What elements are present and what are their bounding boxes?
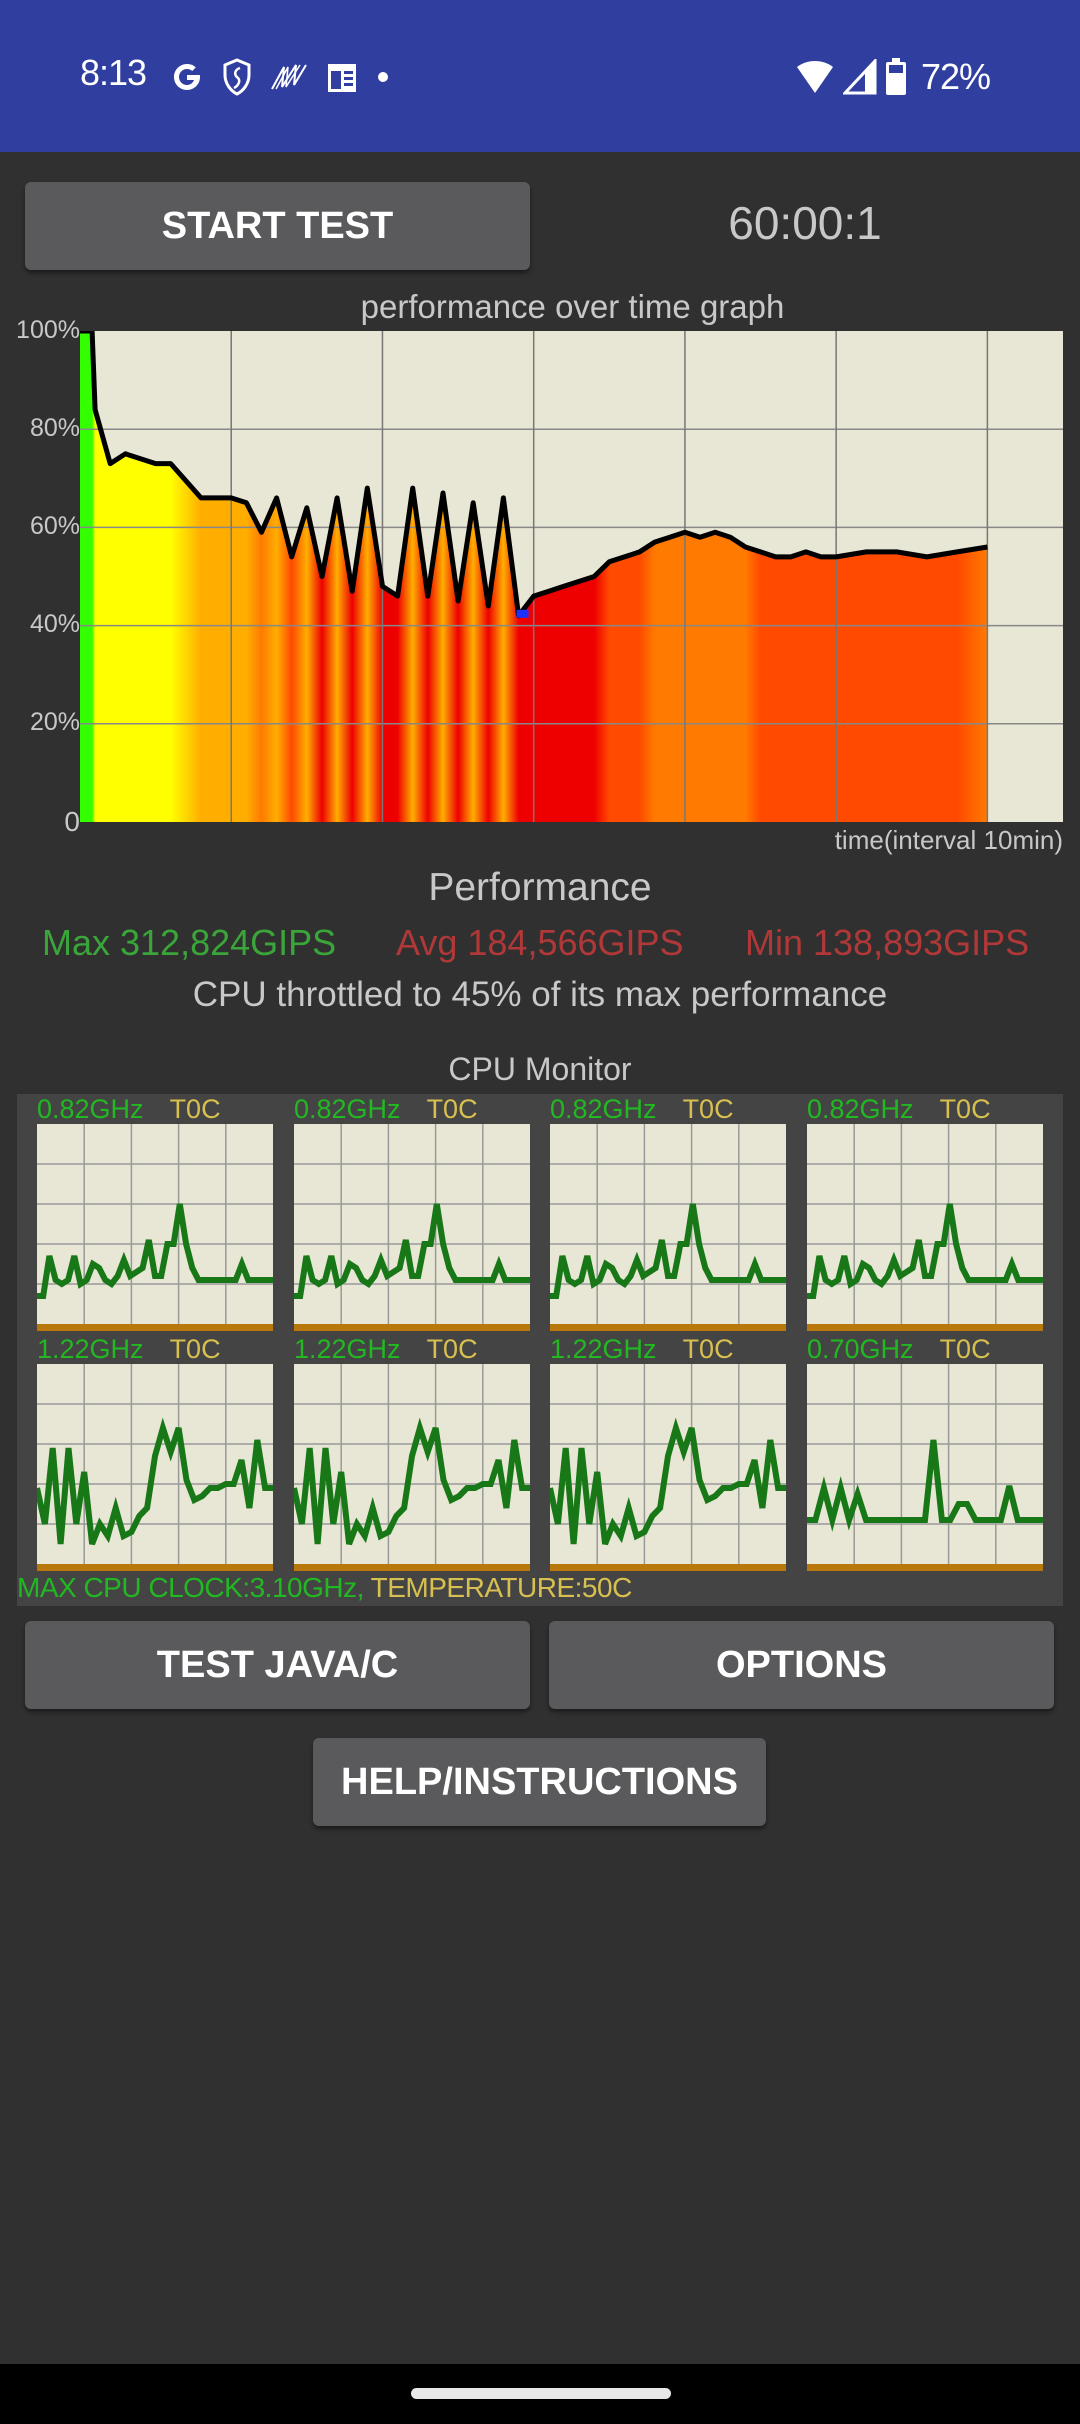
core-baseline-bar	[550, 1564, 786, 1571]
core-label: 0.82GHz T0C	[37, 1094, 273, 1124]
core-load-graph	[807, 1124, 1043, 1331]
graph-title: performance over time graph	[360, 288, 785, 325]
battery-icon	[885, 58, 907, 96]
core-frequency: 1.22GHz	[37, 1334, 144, 1364]
system-icons: 72%	[795, 52, 991, 102]
core-load-graph	[294, 1124, 530, 1331]
clock: 8:13	[80, 52, 147, 93]
cpu-core-5: 1.22GHz T0C	[294, 1334, 530, 1574]
y-tick-40: 40%	[29, 610, 80, 638]
cpu-core-2: 0.82GHz T0C	[550, 1094, 786, 1334]
core-label: 1.22GHz T0C	[550, 1334, 786, 1364]
x-axis-label: time(interval 10min)	[834, 825, 1063, 855]
core-frequency: 0.70GHz	[807, 1334, 914, 1364]
cpu-temperature: TEMPERATURE:50C	[370, 1572, 633, 1603]
performance-chart	[80, 331, 1063, 822]
graph-background	[294, 1124, 530, 1324]
graph-background	[807, 1364, 1043, 1564]
core-baseline-bar	[294, 1324, 530, 1331]
graph-background	[37, 1124, 273, 1324]
core-temperature: T0C	[169, 1334, 221, 1364]
graph-background	[550, 1124, 786, 1324]
signal-icon	[842, 59, 877, 95]
y-tick-60: 60%	[29, 512, 80, 540]
start-test-button[interactable]: START TEST	[25, 182, 530, 270]
core-load-graph	[550, 1364, 786, 1571]
options-button[interactable]: OPTIONS	[549, 1621, 1054, 1709]
avg-gips: Avg 184,566GIPS	[396, 922, 684, 963]
core-baseline-bar	[807, 1324, 1043, 1331]
core-frequency: 0.82GHz	[550, 1094, 657, 1124]
cpu-core-1: 0.82GHz T0C	[294, 1094, 530, 1334]
core-frequency: 1.22GHz	[550, 1334, 657, 1364]
calendar-icon	[326, 60, 358, 94]
core-temperature: T0C	[169, 1094, 221, 1124]
cpu-core-6: 1.22GHz T0C	[550, 1334, 786, 1574]
cpu-core-7: 0.70GHz T0C	[807, 1334, 1043, 1574]
core-load-graph	[807, 1364, 1043, 1571]
dot-icon	[376, 70, 390, 84]
performance-heading: Performance	[428, 866, 652, 909]
core-temperature: T0C	[939, 1334, 991, 1364]
cpu-monitor-panel: 0.82GHz T0C 0.82GHz T0C 0.82GHz T0C 0.82GHz T0C…	[17, 1094, 1063, 1606]
core-label: 0.82GHz T0C	[294, 1094, 530, 1124]
min-marker	[516, 609, 529, 618]
cpu-core-3: 0.82GHz T0C	[807, 1094, 1043, 1334]
activity-icon	[270, 61, 308, 93]
core-frequency: 0.82GHz	[37, 1094, 144, 1124]
home-gesture-handle[interactable]	[411, 2388, 671, 2399]
y-tick-20: 20%	[29, 708, 80, 736]
core-label: 0.70GHz T0C	[807, 1334, 1043, 1364]
help-instructions-button[interactable]: HELP/INSTRUCTIONS	[313, 1738, 766, 1826]
core-baseline-bar	[37, 1324, 273, 1331]
core-temperature: T0C	[682, 1334, 734, 1364]
throttle-summary: CPU throttled to 45% of its max performa…	[192, 975, 888, 1014]
core-label: 1.22GHz T0C	[37, 1334, 273, 1364]
core-load-graph	[37, 1364, 273, 1571]
cpu-core-0: 0.82GHz T0C	[37, 1094, 273, 1334]
core-load-graph	[550, 1124, 786, 1331]
core-label: 0.82GHz T0C	[550, 1094, 786, 1124]
test-java-c-button[interactable]: TEST JAVA/C	[25, 1621, 530, 1709]
y-tick-80: 80%	[29, 414, 80, 442]
core-temperature: T0C	[939, 1094, 991, 1124]
cpu-core-4: 1.22GHz T0C	[37, 1334, 273, 1574]
core-load-graph	[37, 1124, 273, 1331]
core-temperature: T0C	[682, 1094, 734, 1124]
core-temperature: T0C	[426, 1334, 478, 1364]
cpu-monitor-title: CPU Monitor	[448, 1051, 632, 1087]
core-temperature: T0C	[426, 1094, 478, 1124]
core-frequency: 0.82GHz	[807, 1094, 914, 1124]
core-frequency: 0.82GHz	[294, 1094, 401, 1124]
status-bar: 8:13 72%	[0, 0, 1080, 152]
cpu-footer: MAX CPU CLOCK:3.10GHz, TEMPERATURE:50C	[17, 1572, 632, 1604]
core-baseline-bar	[294, 1564, 530, 1571]
timer-display: 60:00:1	[728, 197, 882, 249]
core-baseline-bar	[807, 1564, 1043, 1571]
shield-icon	[222, 58, 252, 96]
max-cpu-clock: MAX CPU CLOCK:3.10GHz,	[17, 1572, 364, 1603]
core-baseline-bar	[37, 1564, 273, 1571]
notification-icons	[170, 52, 390, 102]
max-gips: Max 312,824GIPS	[42, 922, 337, 963]
wifi-icon	[795, 59, 835, 95]
core-baseline-bar	[550, 1324, 786, 1331]
y-tick-100: 100%	[16, 316, 80, 344]
navigation-bar	[0, 2364, 1080, 2424]
core-load-graph	[294, 1364, 530, 1571]
battery-percent: 72%	[920, 56, 991, 97]
core-label: 1.22GHz T0C	[294, 1334, 530, 1364]
google-icon	[170, 60, 204, 94]
core-label: 0.82GHz T0C	[807, 1094, 1043, 1124]
graph-background	[807, 1124, 1043, 1324]
min-gips: Min 138,893GIPS	[745, 922, 1030, 963]
core-frequency: 1.22GHz	[294, 1334, 401, 1364]
y-tick-0: 0	[64, 806, 80, 837]
